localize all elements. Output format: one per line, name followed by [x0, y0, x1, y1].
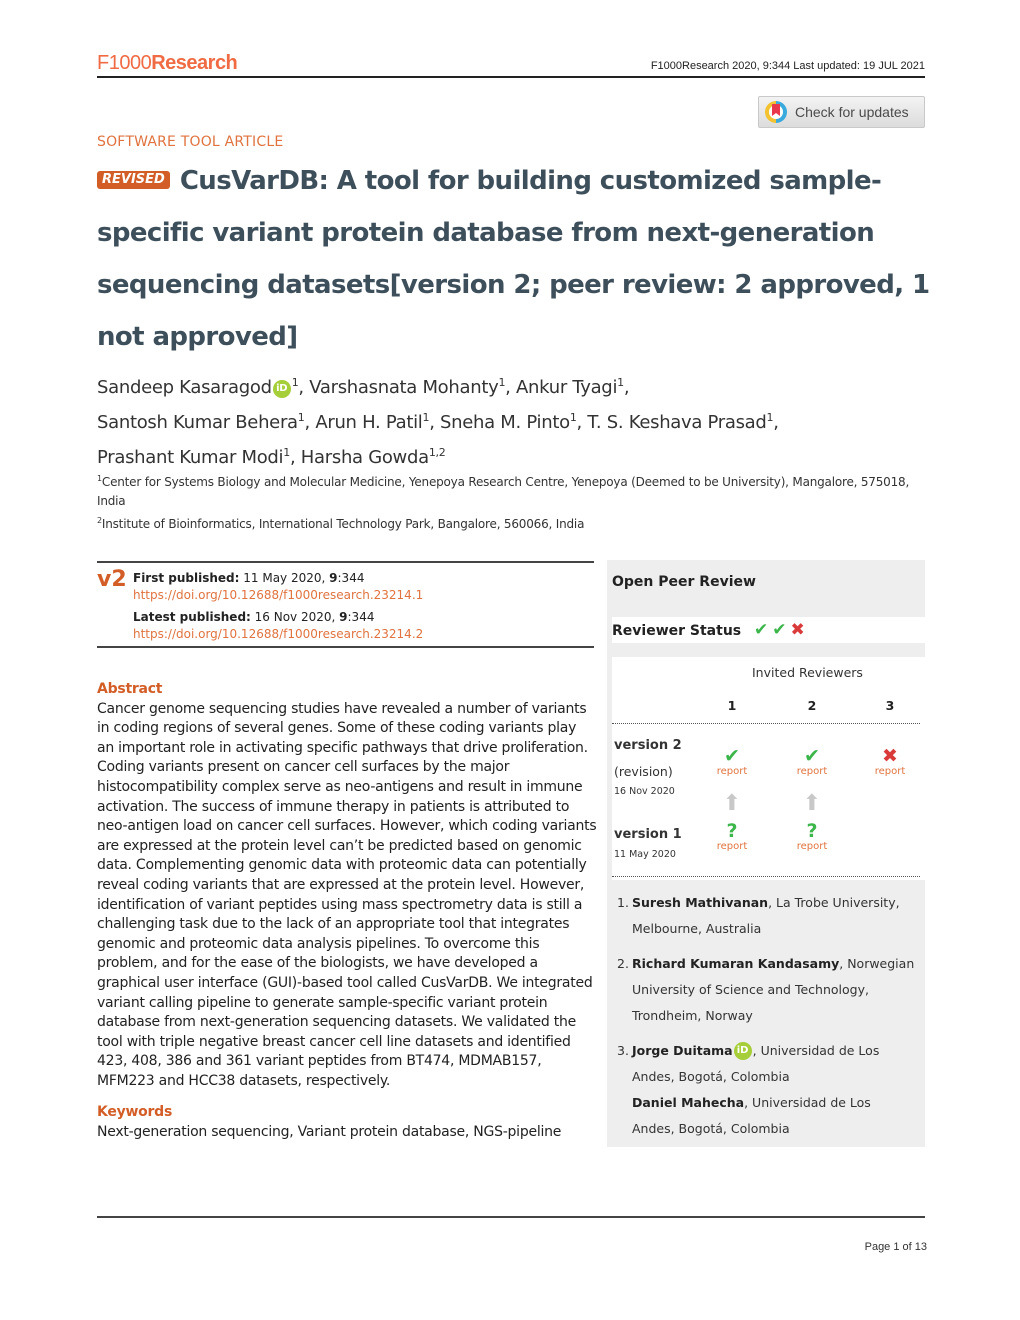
article-title: REVISED CusVarDB: A tool for building cus… [97, 155, 932, 363]
v1-reviewer-1-cell: ? report [702, 821, 762, 852]
reviewer-item: 3. Jorge Duitama iD, Universidad de Los A… [617, 1042, 880, 1136]
v2-reviewer-2-cell: ✔ report [782, 746, 842, 777]
abstract-text: Cancer genome sequencing studies have re… [97, 700, 597, 1089]
revised-badge: REVISED [97, 171, 170, 189]
footer-divider [97, 1216, 925, 1218]
article-type: SOFTWARE TOOL ARTICLE [97, 134, 284, 150]
page-number: Page 1 of 13 [864, 1241, 927, 1253]
reviewer-status: Reviewer Status ✔ ✔ ✖ [612, 617, 925, 643]
open-peer-review-panel: Open Peer Review Reviewer Status ✔ ✔ ✖ Inv… [607, 560, 925, 1147]
author-name[interactable]: Sneha M. Pinto [440, 412, 570, 433]
version-2-label: version 2 [614, 738, 682, 753]
reviewer-item: 2. Richard Kumaran Kandasamy, Norwegian … [617, 956, 915, 1023]
author-name[interactable]: Arun H. Patil [315, 412, 422, 433]
keywords-text: Next-generation sequencing, Variant prot… [97, 1124, 562, 1141]
check-icon: ✔ [724, 745, 740, 767]
co-reviewer-name[interactable]: Daniel Mahecha [632, 1095, 744, 1110]
version-1-label: version 1 [614, 827, 682, 842]
affiliations: 1Center for Systems Biology and Molecula… [97, 469, 927, 534]
author-name[interactable]: Harsha Gowda [301, 447, 429, 468]
reviewer-item: 1. Suresh Mathivanan, La Trobe Universit… [617, 895, 900, 936]
reviewer-name[interactable]: Suresh Mathivanan [632, 895, 768, 910]
version-2-date: 16 Nov 2020 [614, 786, 675, 797]
version-badge: v2 [97, 567, 127, 592]
latest-published: Latest published: 16 Nov 2020, 9:344 [133, 610, 375, 624]
v2-reviewer-3-cell: ✖ report [860, 746, 920, 777]
keywords-heading: Keywords [97, 1104, 173, 1121]
author-name[interactable]: T. S. Keshava Prasad [587, 412, 766, 433]
reviewer-column-3: 3 [885, 698, 895, 713]
author-list: Sandeep Kasaragod iD 1, Varshasnata Mohant… [97, 376, 779, 468]
cross-icon: ✖ [790, 620, 805, 640]
reviewer-list: 1. Suresh Mathivanan, La Trobe Universit… [617, 890, 917, 1151]
first-doi-link[interactable]: https://doi.org/10.12688/f1000research.2… [133, 587, 423, 604]
cross-icon: ✖ [882, 745, 898, 767]
reviewer-column-1: 1 [727, 698, 737, 713]
publication-info: v2 First published: 11 May 2020, 9:344 h… [97, 561, 594, 648]
question-icon: ? [726, 820, 738, 842]
invited-reviewers-label: Invited Reviewers [752, 665, 863, 680]
reviewer-column-2: 2 [807, 698, 817, 713]
divider [612, 876, 920, 877]
arrow-up-icon: ⬆ [802, 791, 822, 816]
author-name[interactable]: Varshasnata Mohanty [309, 377, 499, 398]
report-link[interactable]: report [860, 766, 920, 777]
report-link[interactable]: report [702, 841, 762, 852]
affiliation-item: 1Center for Systems Biology and Molecula… [97, 474, 910, 508]
orcid-icon[interactable]: iD [733, 1042, 752, 1060]
crossmark-icon [765, 101, 787, 123]
arrow-up-icon: ⬆ [722, 791, 742, 816]
v1-reviewer-2-cell: ? report [782, 821, 842, 852]
reviewer-name[interactable]: Richard Kumaran Kandasamy [632, 956, 839, 971]
author-name[interactable]: Prashant Kumar Modi [97, 447, 284, 468]
f1000research-logo[interactable]: F1000Research [97, 52, 238, 75]
check-icon: ✔ [804, 745, 820, 767]
peer-review-heading: Open Peer Review [612, 574, 756, 590]
report-link[interactable]: report [782, 841, 842, 852]
version-2-sub: (revision) [614, 764, 673, 779]
report-link[interactable]: report [782, 766, 842, 777]
reviewer-name[interactable]: Jorge Duitama [632, 1043, 733, 1058]
question-icon: ? [806, 820, 818, 842]
abstract-heading: Abstract [97, 681, 163, 697]
check-for-updates-button[interactable]: Check for updates [758, 96, 925, 128]
divider [612, 723, 920, 724]
author-name[interactable]: Ankur Tyagi [516, 377, 617, 398]
affiliation-item: 2Institute of Bioinformatics, Internatio… [97, 516, 585, 531]
version-1-date: 11 May 2020 [614, 849, 676, 860]
citation-info: F1000Research 2020, 9:344 Last updated: … [650, 60, 925, 72]
orcid-icon[interactable]: iD [272, 380, 291, 398]
reviewer-table: Invited Reviewers 1 2 3 version 2 (revis… [612, 657, 925, 880]
v2-reviewer-1-cell: ✔ report [702, 746, 762, 777]
check-icon: ✔ [772, 620, 787, 640]
first-published: First published: 11 May 2020, 9:344 [133, 571, 365, 585]
report-link[interactable]: report [702, 766, 762, 777]
check-icon: ✔ [754, 620, 769, 640]
latest-doi-link[interactable]: https://doi.org/10.12688/f1000research.2… [133, 626, 423, 643]
author-name[interactable]: Santosh Kumar Behera [97, 412, 298, 433]
author-name[interactable]: Sandeep Kasaragod [97, 377, 272, 398]
journal-header: F1000Research F1000Research 2020, 9:344 … [97, 52, 925, 78]
abstract-section: Abstract Cancer genome sequencing studie… [97, 680, 597, 1143]
